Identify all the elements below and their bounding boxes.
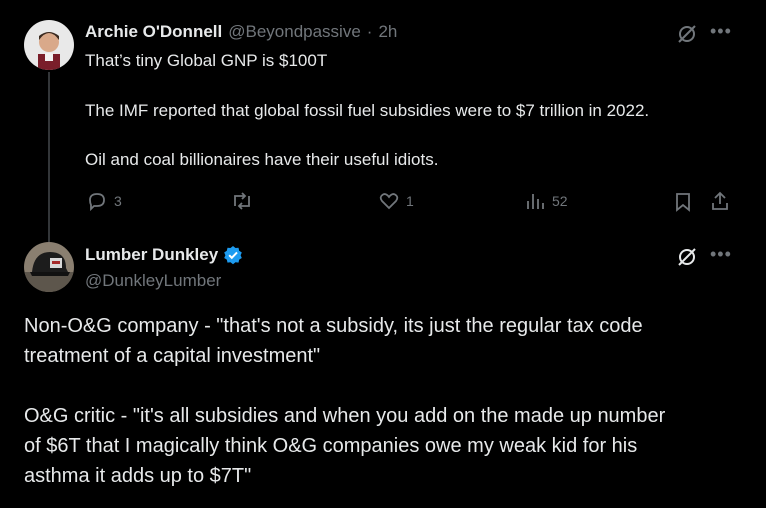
reply-header: Archie O'Donnell @Beyondpassive · 2h xyxy=(85,22,397,42)
comment-icon xyxy=(86,190,108,212)
separator-dot: · xyxy=(366,22,373,41)
timestamp[interactable]: 2h xyxy=(378,22,397,42)
main-text-line: treatment of a capital investment" xyxy=(24,345,321,367)
repost-icon xyxy=(230,190,254,212)
views-button[interactable]: 52 xyxy=(524,190,568,212)
more-options-icon[interactable]: ••• xyxy=(710,21,732,42)
bookmark-icon[interactable] xyxy=(672,191,694,213)
view-count: 52 xyxy=(552,193,568,209)
like-count: 1 xyxy=(406,193,414,209)
reply-button[interactable]: 3 xyxy=(86,190,122,212)
thread-connector-line xyxy=(48,72,50,242)
like-button[interactable]: 1 xyxy=(378,190,414,212)
more-options-icon[interactable]: ••• xyxy=(710,244,732,265)
author-handle[interactable]: @DunkleyLumber xyxy=(85,271,221,291)
reply-text-line: Oil and coal billionaires have their use… xyxy=(85,150,439,169)
reply-count: 3 xyxy=(114,193,122,209)
avatar-archie[interactable] xyxy=(24,20,74,70)
author-name[interactable]: Lumber Dunkley xyxy=(85,245,218,265)
analytics-icon xyxy=(524,190,546,212)
main-text-line: of $6T that I magically think O&G compan… xyxy=(24,435,638,457)
repost-button[interactable] xyxy=(230,190,254,212)
reply-text-line: The IMF reported that global fossil fuel… xyxy=(85,101,650,120)
reply-text-line: That’s tiny Global GNP is $100T xyxy=(85,51,328,70)
author-name[interactable]: Archie O'Donnell xyxy=(85,22,222,42)
grok-icon[interactable] xyxy=(676,23,698,45)
verified-badge-icon[interactable] xyxy=(223,245,243,265)
main-author-row: Lumber Dunkley xyxy=(85,245,243,265)
heart-icon xyxy=(378,190,400,212)
grok-icon[interactable] xyxy=(676,246,698,268)
share-icon[interactable] xyxy=(709,190,731,212)
main-text-line: asthma it adds up to $7T" xyxy=(24,465,252,487)
author-handle[interactable]: @Beyondpassive xyxy=(228,22,361,42)
main-text-line: O&G critic - "it's all subsidies and whe… xyxy=(24,405,666,427)
main-text-line: Non-O&G company - "that's not a subsidy,… xyxy=(24,315,643,337)
avatar-lumber[interactable] xyxy=(24,242,74,292)
